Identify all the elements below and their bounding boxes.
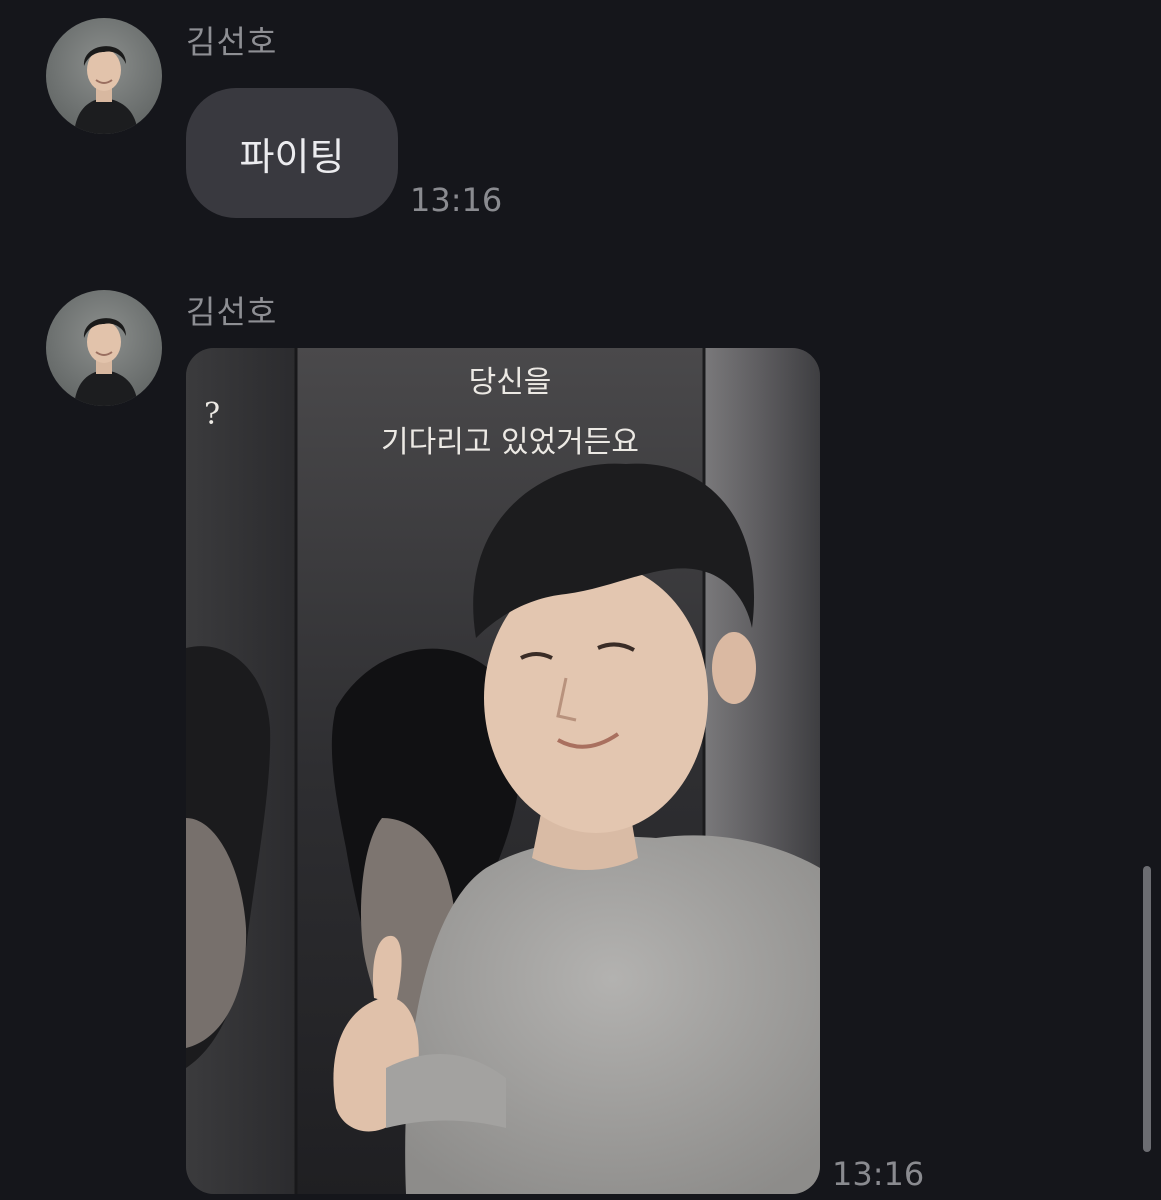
avatar-photo-icon — [74, 46, 138, 134]
message-timestamp: 13:16 — [410, 181, 503, 219]
photo-poster-text: 당신을 — [469, 365, 552, 400]
avatar-photo-icon — [74, 318, 138, 406]
sender-avatar[interactable] — [46, 18, 162, 134]
sender-name: 김선호 — [186, 293, 278, 331]
selfie-poster-image: 당신을 기다리고 있었거든요 ? — [186, 348, 820, 1194]
photo-poster-text: ? — [204, 397, 220, 432]
photo-attachment[interactable]: 당신을 기다리고 있었거든요 ? — [186, 348, 820, 1194]
scrollbar-thumb[interactable] — [1143, 866, 1151, 1152]
message-text: 파이팅 — [239, 134, 345, 179]
sender-name: 김선호 — [186, 23, 278, 61]
photo-poster-text: 기다리고 있었거든요 — [381, 425, 639, 460]
message-timestamp: 13:16 — [832, 1155, 925, 1193]
message-bubble[interactable]: 파이팅 — [186, 88, 398, 218]
sender-avatar[interactable] — [46, 290, 162, 406]
